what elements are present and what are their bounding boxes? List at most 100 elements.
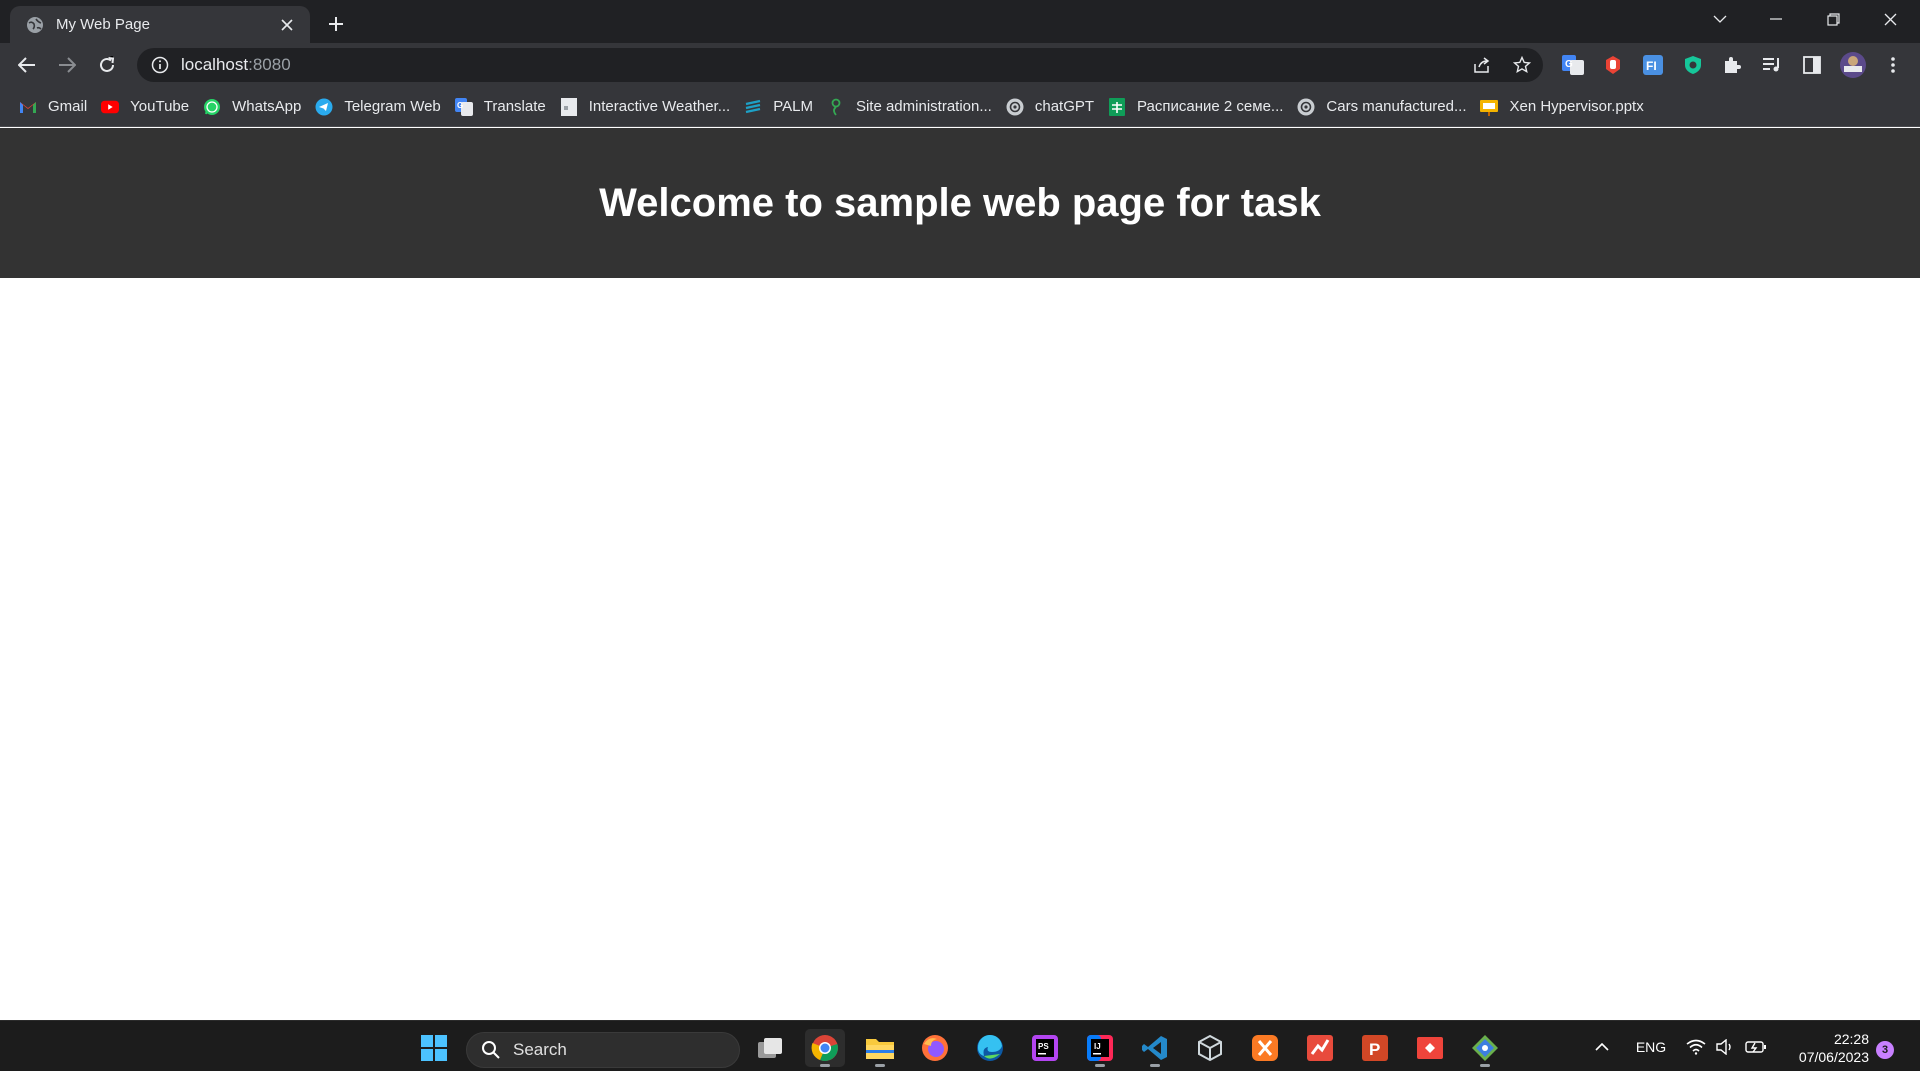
bookmark-whatsapp[interactable]: WhatsApp — [200, 92, 310, 122]
start-button[interactable] — [414, 1029, 454, 1067]
bookmark-label: Gmail — [48, 98, 88, 115]
bookmark-label: Xen Hypervisor.pptx — [1509, 98, 1644, 115]
draw-app-icon — [1307, 1035, 1333, 1061]
address-bar[interactable]: localhost:8080 — [137, 48, 1543, 82]
show-hidden-icons-button[interactable] — [1592, 1035, 1612, 1059]
tab-my-web-page[interactable]: My Web Page — [10, 6, 310, 43]
bookmark-youtube[interactable]: YouTube — [98, 92, 198, 122]
share-button[interactable] — [1468, 51, 1496, 79]
reload-button[interactable] — [91, 49, 123, 81]
url-port: :8080 — [248, 55, 291, 74]
taskbar-edge[interactable] — [970, 1029, 1010, 1067]
clock-time: 22:28 — [1833, 1031, 1869, 1047]
bookmark-interactive-weather[interactable]: Interactive Weather... — [557, 92, 739, 122]
taskbar-virtualbox[interactable] — [1190, 1029, 1230, 1067]
running-indicator — [1480, 1064, 1490, 1067]
bookmark-gmail[interactable]: Gmail — [16, 92, 96, 122]
taskbar-intellij[interactable]: IJ — [1080, 1029, 1120, 1067]
bookmark-xen-hypervisor[interactable]: Xen Hypervisor.pptx — [1477, 92, 1652, 122]
bookmark-label: Расписание 2 семе... — [1137, 98, 1284, 115]
forward-button[interactable] — [51, 49, 83, 81]
taskbar-anydesk[interactable] — [1410, 1029, 1450, 1067]
restore-button[interactable] — [1805, 0, 1861, 38]
volume-button[interactable] — [1714, 1035, 1736, 1059]
language-indicator[interactable]: ENG — [1630, 1035, 1672, 1059]
url-host: localhost — [181, 55, 249, 74]
bookmark-label: Cars manufactured... — [1326, 98, 1467, 115]
close-window-button[interactable] — [1862, 0, 1918, 38]
vscode-icon — [1142, 1036, 1167, 1060]
close-tab-icon[interactable] — [276, 14, 298, 36]
back-button[interactable] — [11, 49, 43, 81]
arrow-right-icon — [59, 57, 76, 73]
taskbar-app-red[interactable] — [1300, 1029, 1340, 1067]
whatsapp-icon — [203, 98, 221, 116]
remote-desktop-icon — [1417, 1037, 1443, 1059]
taskbar-powerpoint[interactable]: P — [1355, 1029, 1395, 1067]
bookmark-site-administration[interactable]: Site administration... — [824, 92, 1001, 122]
running-indicator — [1150, 1064, 1160, 1067]
bookmark-label: Site administration... — [855, 98, 992, 115]
wifi-button[interactable] — [1684, 1035, 1708, 1059]
page-heading: Welcome to sample web page for task — [599, 180, 1321, 225]
extensions-button[interactable] — [1719, 52, 1745, 78]
minimize-button[interactable] — [1748, 0, 1804, 38]
chrome-icon — [811, 1035, 838, 1061]
search-label: Search — [513, 1040, 567, 1059]
taskbar-vscode[interactable] — [1135, 1029, 1175, 1067]
svg-text:PS: PS — [1038, 1042, 1049, 1051]
task-view-button[interactable] — [750, 1029, 790, 1067]
bookmark-label: Translate — [483, 98, 546, 115]
new-tab-button[interactable] — [322, 10, 350, 38]
taskbar-xampp[interactable] — [1245, 1029, 1285, 1067]
taskbar-firefox[interactable] — [915, 1029, 955, 1067]
running-indicator — [1095, 1064, 1105, 1067]
windows-icon — [421, 1035, 447, 1061]
taskbar-search[interactable]: Search — [466, 1032, 740, 1068]
bookmark-label: PALM — [773, 98, 813, 115]
bookmark-schedule[interactable]: Расписание 2 семе... — [1105, 92, 1292, 122]
profile-avatar[interactable] — [1838, 52, 1868, 78]
page-icon — [560, 97, 578, 116]
running-indicator — [875, 1064, 885, 1067]
taskbar-chrome[interactable] — [805, 1029, 845, 1067]
moodle-icon — [827, 98, 845, 116]
extension-shield[interactable] — [1680, 52, 1706, 78]
arrow-left-icon — [18, 57, 35, 73]
bookmark-translate[interactable]: G Translate — [452, 92, 555, 122]
firefox-icon — [922, 1035, 948, 1061]
more-vert-icon — [1891, 57, 1895, 73]
extension-stop[interactable] — [1600, 52, 1626, 78]
bookmark-palm[interactable]: PALM — [741, 92, 822, 122]
bookmark-chatgpt[interactable]: chatGPT — [1003, 92, 1103, 122]
battery-button[interactable] — [1744, 1035, 1768, 1059]
taskbar-file-explorer[interactable] — [860, 1029, 900, 1067]
shield-icon — [1685, 56, 1701, 74]
menu-button[interactable] — [1880, 52, 1906, 78]
clock[interactable]: 22:28 07/06/2023 — [1777, 1030, 1869, 1066]
media-control-button[interactable] — [1759, 52, 1785, 78]
bookmark-label: YouTube — [130, 98, 190, 115]
bookmark-label: Interactive Weather... — [588, 98, 731, 115]
bookmark-star-button[interactable] — [1508, 51, 1536, 79]
translate-icon: G — [454, 97, 473, 116]
globe-icon — [27, 16, 43, 33]
side-panel-button[interactable] — [1799, 52, 1825, 78]
tab-search-button[interactable] — [1692, 0, 1748, 38]
git-diamond-icon — [1472, 1035, 1498, 1061]
info-icon[interactable] — [151, 56, 169, 74]
bookmarks-bar: Gmail YouTube WhatsApp Telegram Web G Tr… — [0, 87, 1920, 127]
close-icon — [1884, 13, 1896, 25]
notification-badge[interactable]: 3 — [1876, 1041, 1894, 1059]
extension-translate[interactable]: G — [1560, 52, 1586, 78]
bookmark-cars-manufactured[interactable]: Cars manufactured... — [1294, 92, 1475, 122]
bookmark-telegram[interactable]: Telegram Web — [312, 92, 449, 122]
running-indicator — [820, 1064, 830, 1067]
extension-fi[interactable]: FI — [1640, 52, 1666, 78]
search-icon — [482, 1041, 500, 1059]
taskbar-phpstorm[interactable]: PS — [1025, 1029, 1065, 1067]
share-icon — [1474, 57, 1490, 73]
taskbar-git-client[interactable] — [1465, 1029, 1505, 1067]
clock-date: 07/06/2023 — [1798, 1049, 1869, 1065]
tab-title: My Web Page — [56, 16, 150, 33]
